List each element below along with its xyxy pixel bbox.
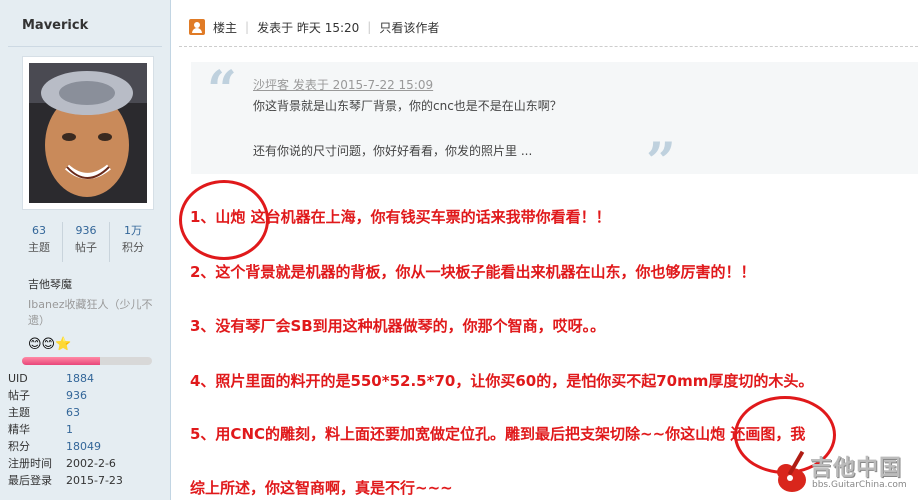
quote-open-icon: “ <box>207 60 237 121</box>
reply-point: 4、照片里面的料开的是550*52.5*70，让你买60的，是怕你买不起70mm… <box>190 372 814 390</box>
profile-row: 主题 63 <box>8 404 168 421</box>
reply-point: 5、用CNC的雕刻，料上面还要加宽做定位孔。雕到最后把支架切除~~你这山炮 还画… <box>190 425 806 443</box>
divider <box>179 46 918 48</box>
stat-topics[interactable]: 63 主题 <box>16 222 63 262</box>
guitar-logo-icon <box>777 450 806 492</box>
reply-point: 2、这个背景就是机器的背板，你从一块板子能看出来机器在山东，你也够厉害的！！ <box>190 263 756 281</box>
stat-value: 936 <box>75 224 97 237</box>
quote-close-icon: ” <box>646 132 676 193</box>
highlight-circle <box>179 180 269 260</box>
post-content: 楼主 | 发表于 昨天 15:20 | 只看该作者 “ 沙坪客 发表于 2015… <box>171 0 918 500</box>
author-sidebar: Maverick 63 主题 936 帖子 1万 积分 吉他琴魔 Ibanez收… <box>0 0 171 500</box>
custom-title: Ibanez收藏狂人（少儿不遗） <box>28 298 153 327</box>
separator: | <box>245 20 250 34</box>
profile-value[interactable]: 936 <box>66 387 87 404</box>
profile-details: UID 1884 帖子 936 主题 63 精华 1 积分 18049 注册时间 2002-… <box>8 370 168 489</box>
profile-key: 最后登录 <box>8 474 52 487</box>
post-meta: 楼主 | 发表于 昨天 15:20 | 只看该作者 <box>189 18 439 36</box>
profile-row: 注册时间 2002-2-6 <box>8 455 168 472</box>
avatar[interactable] <box>22 56 154 210</box>
profile-row: 最后登录 2015-7-23 <box>8 472 168 489</box>
stat-value: 63 <box>32 224 46 237</box>
stat-label: 积分 <box>122 241 144 254</box>
profile-key: 帖子 <box>8 389 30 402</box>
profile-value[interactable]: 18049 <box>66 438 101 455</box>
site-watermark: 吉他中国 bbs.GuitarChina.com <box>770 446 918 500</box>
profile-value[interactable]: 63 <box>66 404 80 421</box>
profile-row: UID 1884 <box>8 370 168 387</box>
profile-value[interactable]: 1 <box>66 421 73 438</box>
quote-author-link[interactable]: 沙坪客 发表于 2015-7-22 15:09 <box>253 76 433 93</box>
username-link[interactable]: Maverick <box>22 18 88 33</box>
medal-icons: 😊😊⭐ <box>28 337 72 352</box>
profile-value: 2002-2-6 <box>66 457 116 470</box>
profile-row: 积分 18049 <box>8 438 168 455</box>
profile-value: 2015-7-23 <box>66 474 123 487</box>
profile-key: UID <box>8 372 28 385</box>
reply-point: 综上所述，你这智商啊，真是不行~~~ <box>190 479 453 497</box>
avatar-image <box>29 63 147 203</box>
author-icon <box>189 19 205 35</box>
user-stats: 63 主题 936 帖子 1万 积分 <box>16 222 156 262</box>
profile-key: 精华 <box>8 423 30 436</box>
quote-text: 你这背景就是山东琴厂背景，你的cnc也是不是在山东啊？ <box>253 99 562 113</box>
profile-key: 主题 <box>8 406 30 419</box>
divider <box>8 46 162 47</box>
stat-posts[interactable]: 936 帖子 <box>63 222 110 262</box>
quote-text: 还有你说的尺寸问题，你好好看看，你发的照片里 ... <box>253 144 533 158</box>
post-time: 发表于 昨天 15:20 <box>257 20 360 35</box>
level-progress-bar <box>22 357 152 365</box>
profile-key: 注册时间 <box>8 457 52 470</box>
stat-label: 帖子 <box>75 241 97 254</box>
profile-row: 精华 1 <box>8 421 168 438</box>
level-progress-fill <box>22 357 100 365</box>
watermark-title: 吉他中国 <box>810 456 903 481</box>
watermark-url: bbs.GuitarChina.com <box>812 480 907 490</box>
separator: | <box>367 20 372 34</box>
stat-label: 主题 <box>28 241 50 254</box>
profile-key: 积分 <box>8 440 30 453</box>
user-group[interactable]: 吉他琴魔 <box>28 276 72 292</box>
quote-block: “ 沙坪客 发表于 2015-7-22 15:09 你这背景就是山东琴厂背景，你… <box>191 60 918 193</box>
post-role: 楼主 <box>213 20 238 35</box>
author-only-link[interactable]: 只看该作者 <box>379 19 439 36</box>
stat-value: 1万 <box>124 224 142 237</box>
profile-value[interactable]: 1884 <box>66 370 94 387</box>
profile-row: 帖子 936 <box>8 387 168 404</box>
reply-point: 3、没有琴厂会SB到用这种机器做琴的，你那个智商，哎呀。。 <box>190 317 606 335</box>
stat-credits[interactable]: 1万 积分 <box>110 222 156 262</box>
